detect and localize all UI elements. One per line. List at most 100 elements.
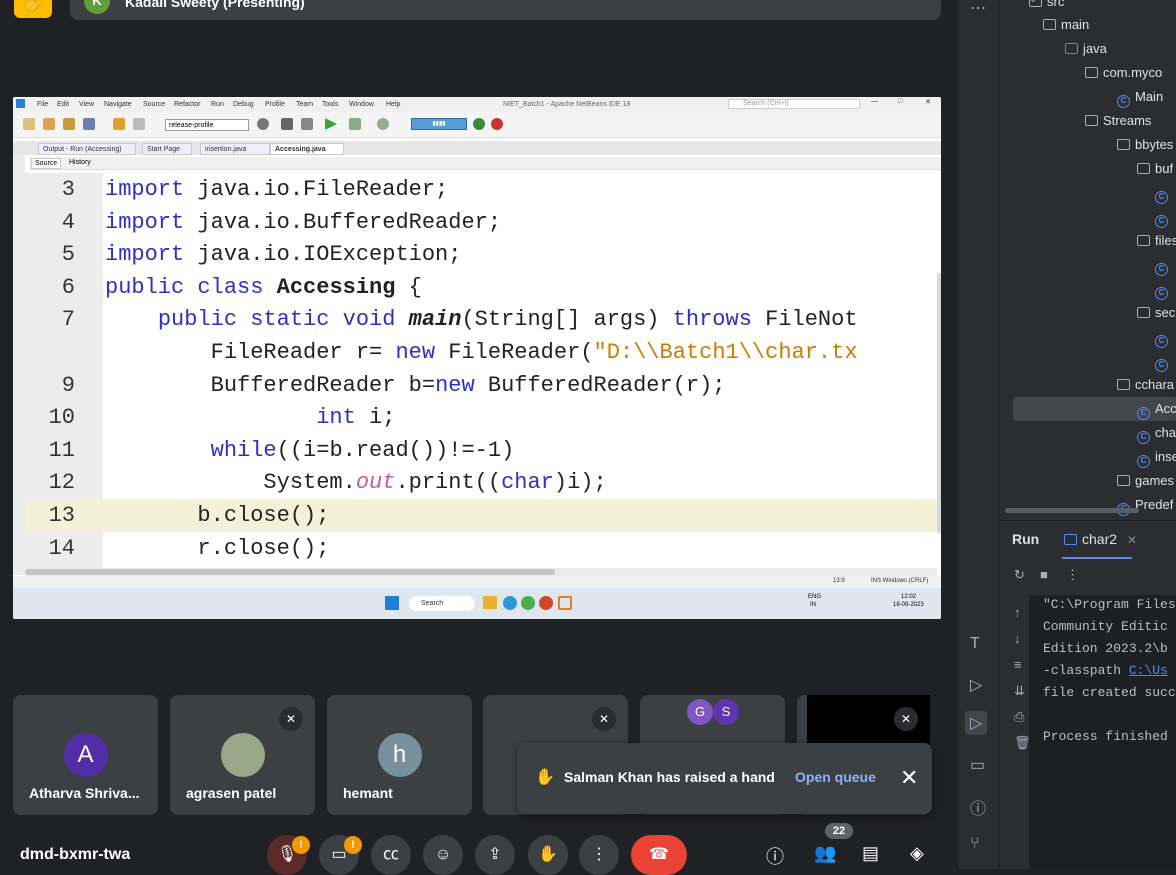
tree-item-bbytes[interactable]: bbytes [1117,137,1173,152]
profile-icon[interactable] [377,118,389,130]
tree-item-games[interactable]: games [1117,473,1174,488]
source-tab[interactable]: Source [31,158,62,169]
captions-button[interactable]: ㏄ [371,835,411,875]
git-icon[interactable]: ⑂ [970,835,980,853]
build-tool-icon[interactable]: T [970,635,980,653]
present-button[interactable]: ⇪ [475,835,515,875]
classpath-link[interactable]: C:\Us [1129,663,1168,678]
maximize-button[interactable]: □ [898,98,902,105]
raise-hand-button[interactable]: ✋ [528,835,568,875]
tree-item-class[interactable]: C [1155,281,1173,300]
menu-view[interactable]: View [79,101,94,108]
menu-profile[interactable]: Profile [265,101,285,108]
tree-item-files[interactable]: files [1137,233,1176,248]
tree-item-accessing[interactable]: C Acc [1137,401,1176,420]
menu-debug[interactable]: Debug [233,101,254,108]
scroll-to-end-icon[interactable]: ⇊ [1014,683,1025,699]
chrome-icon[interactable] [521,596,535,610]
hammer-icon[interactable] [281,118,293,130]
debug-icon[interactable] [349,118,361,130]
more-options-button[interactable]: ⋮ [579,835,619,875]
raised-hand-indicator[interactable]: ✋ [14,0,52,18]
chat-icon[interactable]: ▤ [862,843,879,864]
scroll-down-icon[interactable]: ↓ [1014,631,1021,646]
soft-wrap-icon[interactable]: ≡ [1014,657,1022,672]
close-window-button[interactable]: ✕ [925,98,931,106]
tree-item-class[interactable]: C [1155,185,1173,204]
tree-item-streams[interactable]: Streams [1085,113,1151,128]
build-icon[interactable] [257,118,269,130]
activities-icon[interactable]: ◈ [910,843,924,864]
tree-item-main-class[interactable]: C Main [1117,89,1163,108]
history-tab[interactable]: History [69,159,91,166]
more-icon[interactable]: ⋯ [970,0,986,18]
clean-build-icon[interactable] [301,118,313,130]
people-icon[interactable]: 👥 [814,843,836,864]
info-icon[interactable]: ⓘ [766,843,784,869]
tree-item-src[interactable]: ⌄ src [1029,0,1064,9]
tab-start-page[interactable]: Start Page [142,143,192,155]
menu-tools[interactable]: Tools [322,101,338,108]
config-select[interactable]: release-profile [165,119,249,131]
new-project-icon[interactable] [43,118,55,130]
tree-item-insertion[interactable]: Cinse [1137,449,1176,468]
tree-item-package[interactable]: com.myco [1085,65,1162,80]
participant-tile[interactable]: A Atharva Shriva... [13,695,158,815]
tree-item-class[interactable]: C [1155,353,1173,372]
tree-item-cchara[interactable]: cchara [1117,377,1174,392]
close-icon[interactable]: ✕ [1127,533,1137,547]
tree-item-class[interactable]: C [1155,257,1173,276]
gc-icon[interactable] [473,118,485,130]
horizontal-scrollbar[interactable] [25,568,937,576]
minimize-button[interactable]: — [871,98,878,105]
terminal-icon[interactable]: ▭ [970,755,985,775]
menu-edit[interactable]: Edit [57,101,69,108]
open-project-icon[interactable] [63,118,75,130]
redo-icon[interactable] [133,118,145,130]
menu-help[interactable]: Help [386,101,400,108]
file-explorer-icon[interactable] [483,596,497,609]
leave-call-button[interactable]: ☎ [631,835,687,875]
netbeans-search[interactable]: Search (Ctrl+I) [728,99,860,109]
run-tool-icon[interactable]: ▷ [965,711,988,735]
problems-icon[interactable]: ⓘ [970,795,986,819]
tree-item-buf[interactable]: buf [1137,161,1173,176]
netbeans-taskbar-icon[interactable] [558,596,572,610]
tree-item-java[interactable]: java [1065,41,1107,56]
taskbar-search[interactable]: Search [409,596,475,611]
run-tab-char2[interactable]: char2 ✕ [1064,531,1137,547]
new-file-icon[interactable] [23,118,35,130]
console-output[interactable]: "C:\Program Files Community Editic Editi… [1029,595,1176,869]
profile-ide-icon[interactable] [491,118,503,130]
rerun-icon[interactable]: ↻ [1014,567,1025,583]
tree-item-class[interactable]: C [1155,329,1173,348]
tree-item-char[interactable]: Ccha [1137,425,1176,444]
undo-icon[interactable] [113,118,125,130]
vertical-scrollbar[interactable] [937,273,941,533]
menu-team[interactable]: Team [296,101,313,108]
tab-output[interactable]: Output - Run (Accessing) [38,143,136,155]
memory-indicator[interactable]: ▮▮▮▮ [411,118,467,130]
tree-item-sec[interactable]: sec [1137,305,1175,320]
tab-insertion[interactable]: insertion.java [200,143,270,155]
save-all-icon[interactable] [83,118,95,130]
menu-run[interactable]: Run [211,101,224,108]
tree-item-main[interactable]: main [1043,17,1089,32]
open-queue-button[interactable]: Open queue [795,769,876,785]
print-icon[interactable]: ⎙ [1014,709,1024,725]
code-editor[interactable]: 3 import java.io.FileReader; 4 import java… [25,173,941,568]
participant-tile[interactable]: ✕ agrasen patel [170,695,315,815]
menu-navigate[interactable]: Navigate [104,101,132,108]
tab-accessing[interactable]: Accessing.java [270,143,344,155]
menu-window[interactable]: Window [349,101,374,108]
close-icon[interactable]: ✕ [900,765,918,791]
tree-item-class[interactable]: C [1155,209,1173,228]
edge-icon[interactable] [503,596,517,610]
scroll-up-icon[interactable]: ↑ [1014,605,1021,620]
menu-file[interactable]: File [37,101,48,108]
run-icon[interactable] [325,118,337,130]
stop-icon[interactable]: ■ [1040,567,1048,582]
menu-refactor[interactable]: Refactor [174,101,200,108]
scroll-thumb[interactable] [25,569,555,575]
tree-item-predef[interactable]: CPredef [1117,497,1173,516]
